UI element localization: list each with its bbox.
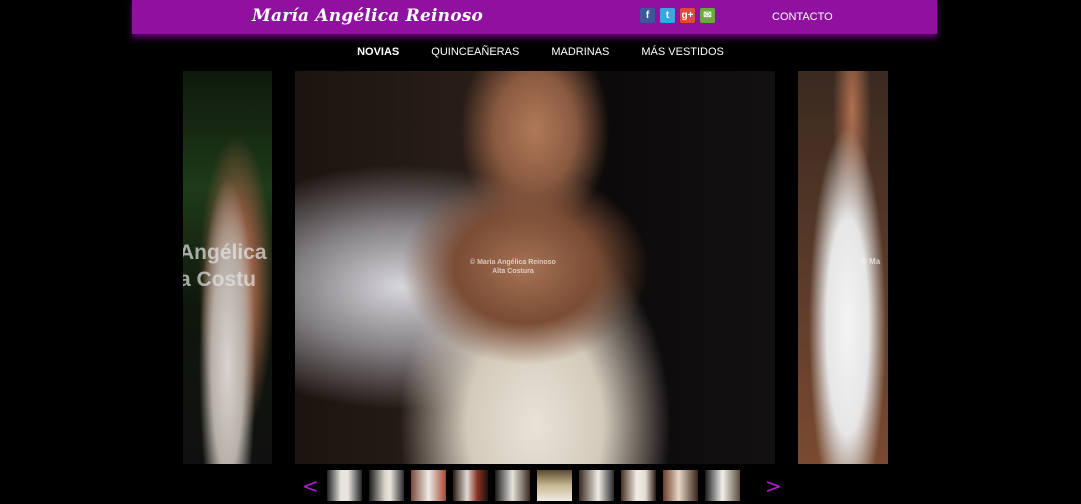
thumbnail[interactable] xyxy=(579,470,614,501)
prev-arrow-icon[interactable]: < xyxy=(302,474,319,498)
thumbnail[interactable] xyxy=(369,470,404,501)
main-nav: NOVIAS QUINCEAÑERAS MADRINAS MÁS VESTIDO… xyxy=(0,46,1081,58)
watermark-line: Alta Costura xyxy=(492,268,534,275)
thumbnail[interactable] xyxy=(621,470,656,501)
next-arrow-icon[interactable]: > xyxy=(765,474,782,498)
twitter-icon[interactable]: t xyxy=(660,8,675,23)
watermark-line: © María Angélica Reinoso xyxy=(470,259,556,266)
nav-item-madrinas[interactable]: MADRINAS xyxy=(535,46,625,58)
contact-link[interactable]: CONTACTO xyxy=(772,11,833,23)
facebook-icon[interactable]: f xyxy=(640,8,655,23)
thumbnail[interactable] xyxy=(537,470,572,501)
email-icon[interactable]: ✉ xyxy=(700,8,715,23)
watermark-line: Angélica xyxy=(183,241,267,264)
thumbnail[interactable] xyxy=(495,470,530,501)
thumbnail[interactable] xyxy=(663,470,698,501)
header-bar: María Angélica Reinoso f t g+ ✉ CONTACTO xyxy=(132,0,937,34)
watermark: Angélica a Costu xyxy=(183,239,267,293)
watermark: © Ma xyxy=(861,257,881,266)
nav-item-quinceaneras[interactable]: QUINCEAÑERAS xyxy=(415,46,535,58)
thumbnail[interactable] xyxy=(453,470,488,501)
social-links: f t g+ ✉ xyxy=(640,8,715,23)
thumbnail[interactable] xyxy=(327,470,362,501)
nav-item-mas-vestidos[interactable]: MÁS VESTIDOS xyxy=(625,46,740,58)
next-photo-preview[interactable]: © Ma xyxy=(798,71,888,464)
brand-logo[interactable]: María Angélica Reinoso xyxy=(252,6,483,26)
thumbnail[interactable] xyxy=(705,470,740,501)
thumbnail[interactable] xyxy=(411,470,446,501)
main-photo[interactable]: © María Angélica Reinoso Alta Costura xyxy=(295,71,775,464)
thumbnail-strip xyxy=(327,470,740,501)
nav-item-novias[interactable]: NOVIAS xyxy=(341,46,415,58)
google-plus-icon[interactable]: g+ xyxy=(680,8,695,23)
watermark-line: a Costu xyxy=(183,268,257,291)
watermark: © María Angélica Reinoso Alta Costura xyxy=(470,258,556,276)
previous-photo-preview[interactable]: Angélica a Costu xyxy=(183,71,272,464)
